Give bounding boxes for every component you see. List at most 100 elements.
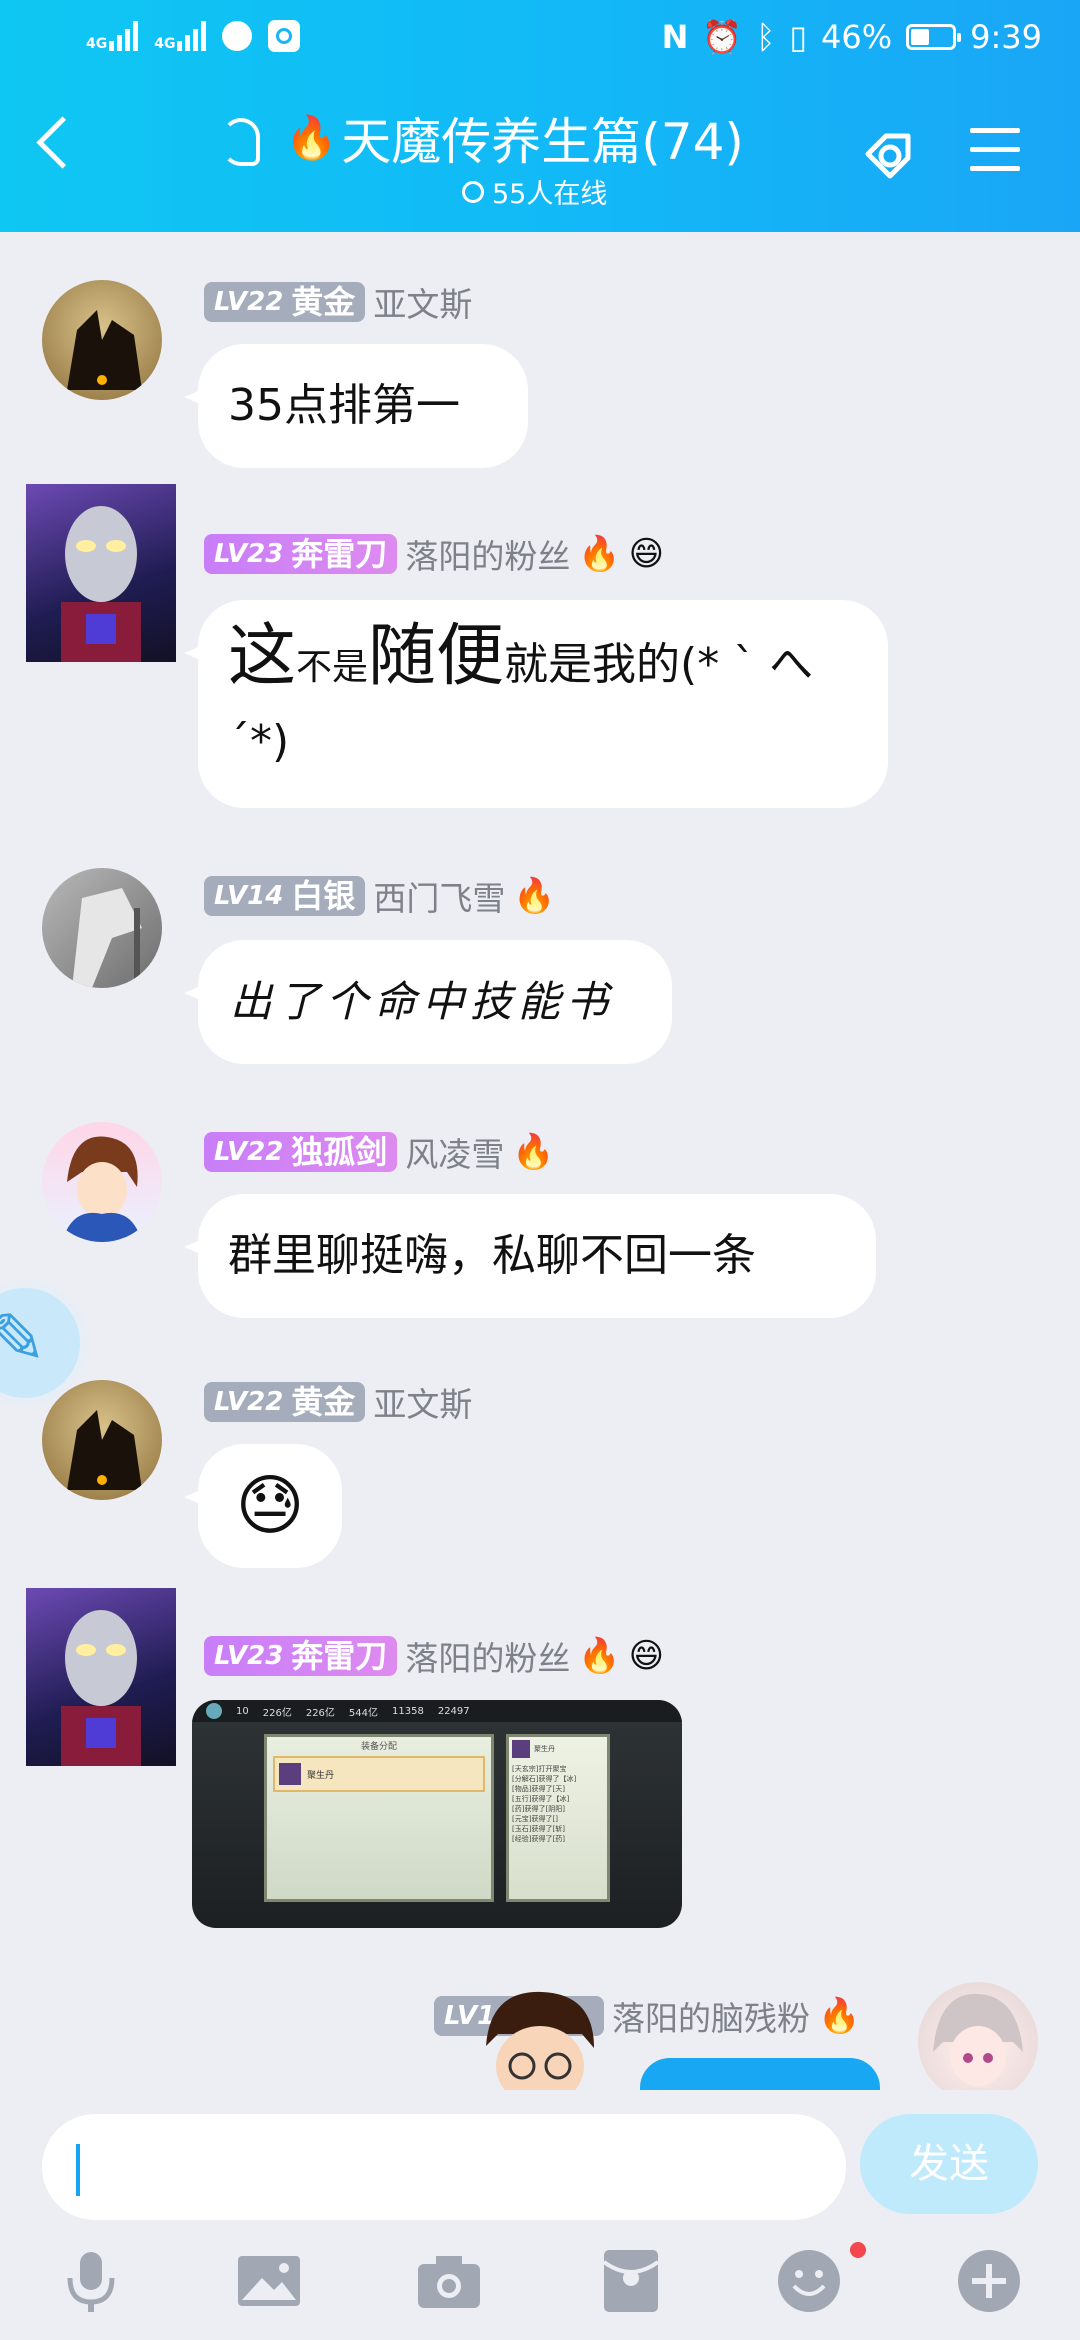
battery-percent: 46% — [821, 18, 893, 56]
avatar[interactable] — [26, 1588, 176, 1766]
item-icon — [512, 1740, 530, 1758]
level-badge: LV23 奔雷刀 — [204, 1636, 398, 1676]
redpacket-icon[interactable] — [598, 2248, 664, 2314]
text-part: 这 — [228, 617, 297, 696]
game-left-panel: 装备分配 聚生丹 — [264, 1734, 494, 1902]
sender-name[interactable]: 落阳的粉丝 — [405, 1632, 570, 1680]
battery-icon — [906, 24, 962, 50]
signal-1: 4G — [86, 21, 139, 51]
message-input[interactable] — [42, 2114, 846, 2220]
mic-icon[interactable] — [58, 2248, 124, 2314]
avatar[interactable] — [42, 868, 162, 988]
sender-meta: LV22 黄金 亚文斯 — [204, 1378, 472, 1426]
stat-value: 226亿 — [305, 1707, 335, 1719]
stat-value: 10 — [236, 1705, 249, 1717]
item-icon — [279, 1763, 301, 1785]
send-button[interactable]: 发送 — [860, 2114, 1038, 2214]
game-stats-bar: 10 226亿 226亿 544亿 11358 22497 — [192, 1700, 682, 1722]
avatar[interactable] — [42, 280, 162, 400]
emoji-icon[interactable] — [776, 2248, 842, 2314]
fire-icon: 🔥 — [818, 1996, 861, 2036]
sender-name[interactable]: 西门飞雪 — [373, 872, 505, 920]
log-line: [分解石]获得了【冰] — [512, 1775, 577, 1783]
stat-value: 11358 — [392, 1705, 424, 1717]
floating-widget-button[interactable]: ✎ — [0, 1288, 80, 1398]
camera-icon[interactable] — [416, 2248, 482, 2314]
alarm-icon: ⏰ — [702, 18, 743, 56]
image-icon[interactable] — [236, 2248, 302, 2314]
item-slot: 聚生丹 — [273, 1756, 485, 1792]
message-bubble[interactable]: 群里聊挺嗨，私聊不回一条 — [198, 1194, 876, 1318]
level-badge: LV22 黄金 — [204, 282, 366, 322]
pen-icon: ✎ — [0, 1298, 47, 1380]
sender-meta: LV23 奔雷刀 落阳的粉丝 🔥 😄 — [204, 1632, 664, 1680]
game-right-panel: 聚生丹 [天玄宗]打开聚宝 [分解石]获得了【冰] [物品]获得了[天] [五行]获得… — [506, 1734, 610, 1902]
sender-meta: LV14 白银 西门飞雪 🔥 — [204, 872, 556, 920]
message-bubble[interactable]: 这不是随便就是我的(* ` へ ´*) — [198, 600, 888, 808]
stat-value: 22497 — [437, 1705, 470, 1717]
group-link-icon[interactable] — [860, 124, 920, 184]
notification-dot — [850, 2242, 866, 2258]
sender-name[interactable]: 亚文斯 — [373, 278, 472, 326]
item-name: 聚生丹 — [307, 1770, 335, 1781]
check-circle-icon — [462, 180, 484, 203]
group-title: 🔥 天魔传养生篇(74) — [285, 113, 744, 171]
sweat-emoji: 😓 — [235, 1467, 305, 1544]
log-line: [经验]获得了[药] — [512, 1835, 565, 1843]
smile-flower-icon: 😄 — [628, 534, 665, 574]
fire-icon: 🔥 — [285, 113, 338, 162]
message-text: 群里聊挺嗨，私聊不回一条 — [228, 1230, 756, 1281]
text-part: 随便 — [368, 617, 505, 696]
fire-icon: 🔥 — [513, 876, 556, 916]
message-bubble[interactable]: 😓 — [198, 1444, 342, 1568]
sticker-boy — [472, 1986, 608, 2106]
app-notification-icon — [268, 20, 301, 52]
sender-name[interactable]: 亚文斯 — [373, 1378, 472, 1426]
message-text: 35点排第一 — [228, 380, 460, 431]
sender-meta: LV22 黄金 亚文斯 — [204, 278, 472, 326]
ear-mode-icon[interactable] — [222, 118, 260, 166]
log-line: [药]获得了[阴阳] — [512, 1805, 565, 1813]
back-button[interactable] — [36, 116, 89, 169]
text-part: 不是 — [296, 647, 369, 688]
avatar[interactable] — [918, 1982, 1038, 2102]
avatar[interactable] — [26, 484, 176, 662]
chat-header: 4G 4G N ⏰ ᛒ ▯ 46% 9:39 🔥 天魔传养生篇(74) 55人在… — [0, 0, 1080, 232]
avatar[interactable] — [42, 1380, 162, 1500]
log-line: [物品]获得了[天] — [512, 1785, 565, 1793]
plus-icon[interactable] — [956, 2248, 1022, 2314]
bottom-toolbar — [0, 2240, 1080, 2330]
stat-value: 544亿 — [348, 1707, 379, 1719]
log-lines: [天玄宗]打开聚宝 [分解石]获得了【冰] [物品]获得了[天] [五行]获得了【冰]… — [512, 1764, 604, 1844]
sender-name[interactable]: 落阳的脑残粉 — [612, 1992, 810, 2040]
fire-icon: 🔥 — [578, 534, 621, 574]
text-cursor — [76, 2144, 80, 2196]
message-bubble[interactable]: 出了个命中技能书 — [198, 940, 672, 1064]
log-line: [玉石]获得了[斩] — [512, 1825, 565, 1833]
vibrate-icon: ▯ — [789, 18, 808, 56]
sender-meta: LV23 奔雷刀 落阳的粉丝 🔥 😄 — [204, 530, 664, 578]
game-avatar-icon — [206, 1703, 222, 1719]
level-badge: LV23 奔雷刀 — [204, 534, 398, 574]
image-message[interactable]: 10 226亿 226亿 544亿 11358 22497 装备分配 聚生丹 聚… — [192, 1700, 682, 1928]
globe-icon — [222, 21, 253, 51]
fire-icon: 🔥 — [512, 1132, 555, 1172]
level-badge: LV14 白银 — [204, 876, 366, 916]
sender-name[interactable]: 风凌雪 — [405, 1128, 504, 1176]
signal-2: 4G — [154, 21, 207, 51]
message-bubble[interactable]: 35点排第一 — [198, 344, 528, 468]
smile-flower-icon: 😄 — [628, 1636, 665, 1676]
level-badge: LV22 黄金 — [204, 1382, 366, 1422]
online-count[interactable]: 55人在线 — [462, 172, 607, 211]
status-bar: 4G 4G N ⏰ ᛒ ▯ 46% 9:39 — [0, 0, 1080, 80]
log-line: [元宝]获得了[] — [512, 1815, 558, 1823]
avatar[interactable] — [42, 1122, 162, 1242]
level-badge: LV22 独孤剑 — [204, 1132, 398, 1172]
menu-button[interactable] — [970, 128, 1020, 185]
item-name: 聚生丹 — [534, 1745, 555, 1753]
bluetooth-icon: ᛒ — [756, 18, 776, 56]
clock: 9:39 — [970, 18, 1042, 56]
sender-name[interactable]: 落阳的粉丝 — [405, 530, 570, 578]
sender-meta: LV22 独孤剑 风凌雪 🔥 — [204, 1128, 555, 1176]
fire-icon: 🔥 — [578, 1636, 621, 1676]
